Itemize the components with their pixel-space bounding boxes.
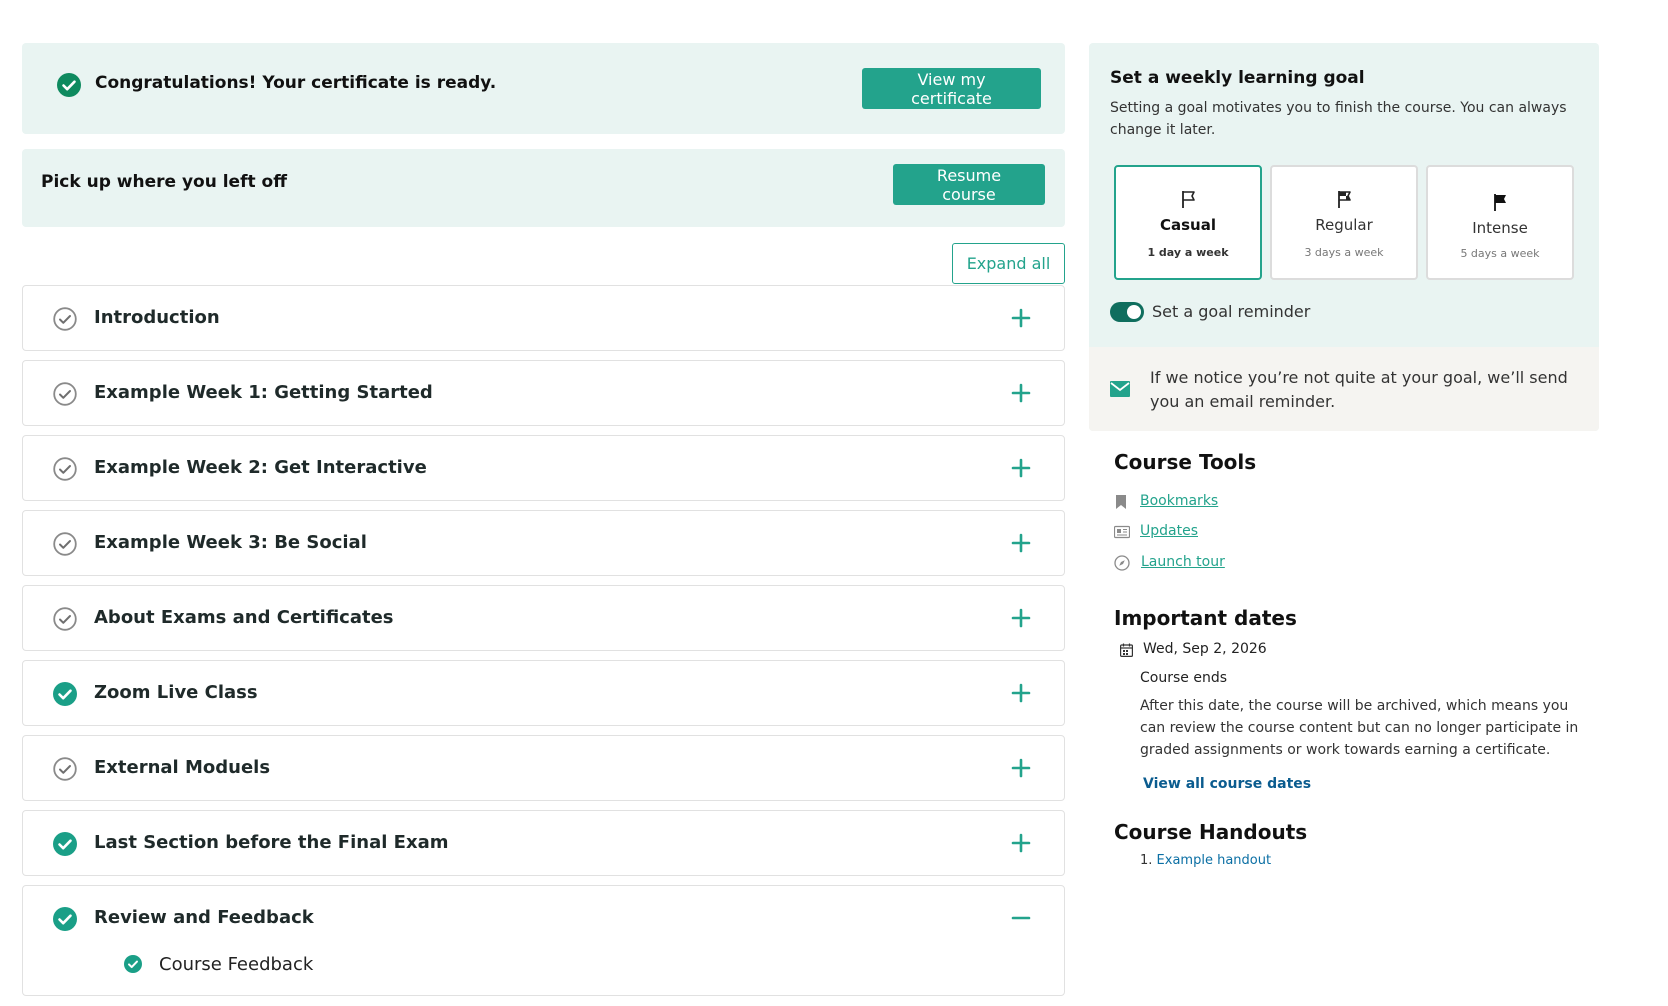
check-circle-filled-icon bbox=[53, 832, 77, 856]
section-title: About Exams and Certificates bbox=[94, 607, 394, 628]
calendar-icon bbox=[1120, 642, 1134, 661]
check-circle-outline-icon bbox=[53, 307, 77, 331]
toggle-knob bbox=[1127, 305, 1141, 319]
section-title: Example Week 2: Get Interactive bbox=[94, 457, 427, 478]
section-title: External Moduels bbox=[94, 757, 271, 778]
certificate-message: Congratulations! Your certificate is rea… bbox=[95, 73, 497, 93]
check-circle-filled-icon bbox=[53, 907, 77, 931]
check-circle-filled-icon bbox=[53, 682, 77, 706]
resume-message: Pick up where you left off bbox=[41, 172, 287, 192]
section-row[interactable]: Review and Feedback Course Feedback bbox=[22, 885, 1065, 996]
expand-all-button[interactable]: Expand all bbox=[952, 243, 1065, 284]
section-title: Introduction bbox=[94, 307, 220, 328]
section-title: Example Week 1: Getting Started bbox=[94, 382, 433, 403]
important-dates-title: Important dates bbox=[1114, 606, 1297, 630]
compass-icon bbox=[1114, 555, 1130, 575]
view-all-dates-link[interactable]: View all course dates bbox=[1143, 776, 1311, 792]
check-circle-icon bbox=[57, 73, 81, 101]
expand-plus-icon[interactable] bbox=[1010, 682, 1032, 704]
example-handout-link[interactable]: Example handout bbox=[1157, 853, 1272, 868]
expand-plus-icon[interactable] bbox=[1010, 307, 1032, 329]
section-row[interactable]: External Moduels bbox=[22, 735, 1065, 801]
section-row[interactable]: Zoom Live Class bbox=[22, 660, 1065, 726]
handout-number: 1. bbox=[1140, 853, 1153, 868]
course-ends-label: Course ends bbox=[1140, 670, 1227, 686]
expand-plus-icon[interactable] bbox=[1010, 382, 1032, 404]
expand-plus-icon[interactable] bbox=[1010, 457, 1032, 479]
launch-tour-link[interactable]: Launch tour bbox=[1141, 554, 1225, 570]
view-certificate-button[interactable]: View my certificate bbox=[862, 68, 1041, 109]
section-row[interactable]: Introduction bbox=[22, 285, 1065, 351]
check-circle-outline-icon bbox=[53, 757, 77, 781]
flag-half-icon bbox=[1335, 189, 1355, 213]
updates-link[interactable]: Updates bbox=[1140, 523, 1198, 539]
goal-option-intense[interactable]: Intense 5 days a week bbox=[1426, 165, 1574, 280]
goal-option-casual[interactable]: Casual 1 day a week bbox=[1114, 165, 1262, 280]
goal-reminder-toggle[interactable] bbox=[1110, 302, 1144, 322]
goal-reminder-label: Set a goal reminder bbox=[1152, 302, 1311, 321]
section-title: Example Week 3: Be Social bbox=[94, 532, 367, 553]
goal-option-sub: 1 day a week bbox=[1147, 246, 1229, 259]
section-row[interactable]: About Exams and Certificates bbox=[22, 585, 1065, 651]
weekly-goal-card: Set a weekly learning goal Setting a goa… bbox=[1089, 43, 1599, 431]
expand-plus-icon[interactable] bbox=[1010, 832, 1032, 854]
subsection-label: Course Feedback bbox=[159, 954, 314, 975]
course-tools-title: Course Tools bbox=[1114, 450, 1257, 474]
section-row[interactable]: Example Week 1: Getting Started bbox=[22, 360, 1065, 426]
section-row[interactable]: Last Section before the Final Exam bbox=[22, 810, 1065, 876]
expand-plus-icon[interactable] bbox=[1010, 532, 1032, 554]
email-reminder-text: If we notice you’re not quite at your go… bbox=[1150, 368, 1568, 411]
goal-option-label: Casual bbox=[1159, 216, 1216, 234]
section-title: Zoom Live Class bbox=[94, 682, 258, 703]
expand-plus-icon[interactable] bbox=[1010, 757, 1032, 779]
section-row[interactable]: Example Week 2: Get Interactive bbox=[22, 435, 1065, 501]
section-title: Review and Feedback bbox=[94, 907, 314, 928]
section-list: Introduction Example Week 1: Getting Star… bbox=[22, 285, 1065, 996]
course-outline: Congratulations! Your certificate is rea… bbox=[22, 43, 1065, 996]
course-ends-description: After this date, the course will be arch… bbox=[1140, 698, 1579, 758]
goal-option-sub: 5 days a week bbox=[1460, 247, 1540, 260]
sidebar: Set a weekly learning goal Setting a goa… bbox=[1089, 43, 1599, 868]
resume-course-button[interactable]: Resume course bbox=[893, 164, 1045, 205]
goal-option-sub: 3 days a week bbox=[1304, 246, 1384, 259]
check-circle-outline-icon bbox=[53, 532, 77, 556]
check-circle-outline-icon bbox=[53, 607, 77, 631]
goal-option-regular[interactable]: Regular 3 days a week bbox=[1270, 165, 1418, 280]
resume-banner: Pick up where you left off Resume course bbox=[22, 149, 1065, 227]
expand-plus-icon[interactable] bbox=[1010, 607, 1032, 629]
goal-description: Setting a goal motivates you to finish t… bbox=[1110, 100, 1567, 138]
goal-title: Set a weekly learning goal bbox=[1110, 68, 1365, 88]
section-row[interactable]: Example Week 3: Be Social bbox=[22, 510, 1065, 576]
goal-option-label: Intense bbox=[1472, 219, 1528, 237]
course-handouts-title: Course Handouts bbox=[1114, 820, 1308, 844]
course-end-date: Wed, Sep 2, 2026 bbox=[1143, 641, 1267, 657]
email-reminder-note: If we notice you’re not quite at your go… bbox=[1089, 347, 1599, 431]
check-circle-outline-icon bbox=[53, 382, 77, 406]
handout-item: 1. Example handout bbox=[1140, 853, 1271, 868]
flag-outline-icon bbox=[1179, 189, 1199, 213]
certificate-banner: Congratulations! Your certificate is rea… bbox=[22, 43, 1065, 134]
goal-option-label: Regular bbox=[1315, 216, 1373, 234]
mail-icon bbox=[1110, 380, 1130, 402]
expand-row: Expand all bbox=[22, 227, 1065, 285]
bookmarks-link[interactable]: Bookmarks bbox=[1140, 493, 1218, 509]
bookmark-icon bbox=[1114, 494, 1128, 514]
collapse-minus-icon[interactable] bbox=[1010, 907, 1032, 929]
flag-filled-icon bbox=[1491, 192, 1511, 216]
section-title: Last Section before the Final Exam bbox=[94, 832, 449, 853]
newspaper-icon bbox=[1113, 524, 1131, 543]
check-circle-outline-icon bbox=[53, 457, 77, 481]
check-circle-filled-icon bbox=[124, 955, 142, 977]
